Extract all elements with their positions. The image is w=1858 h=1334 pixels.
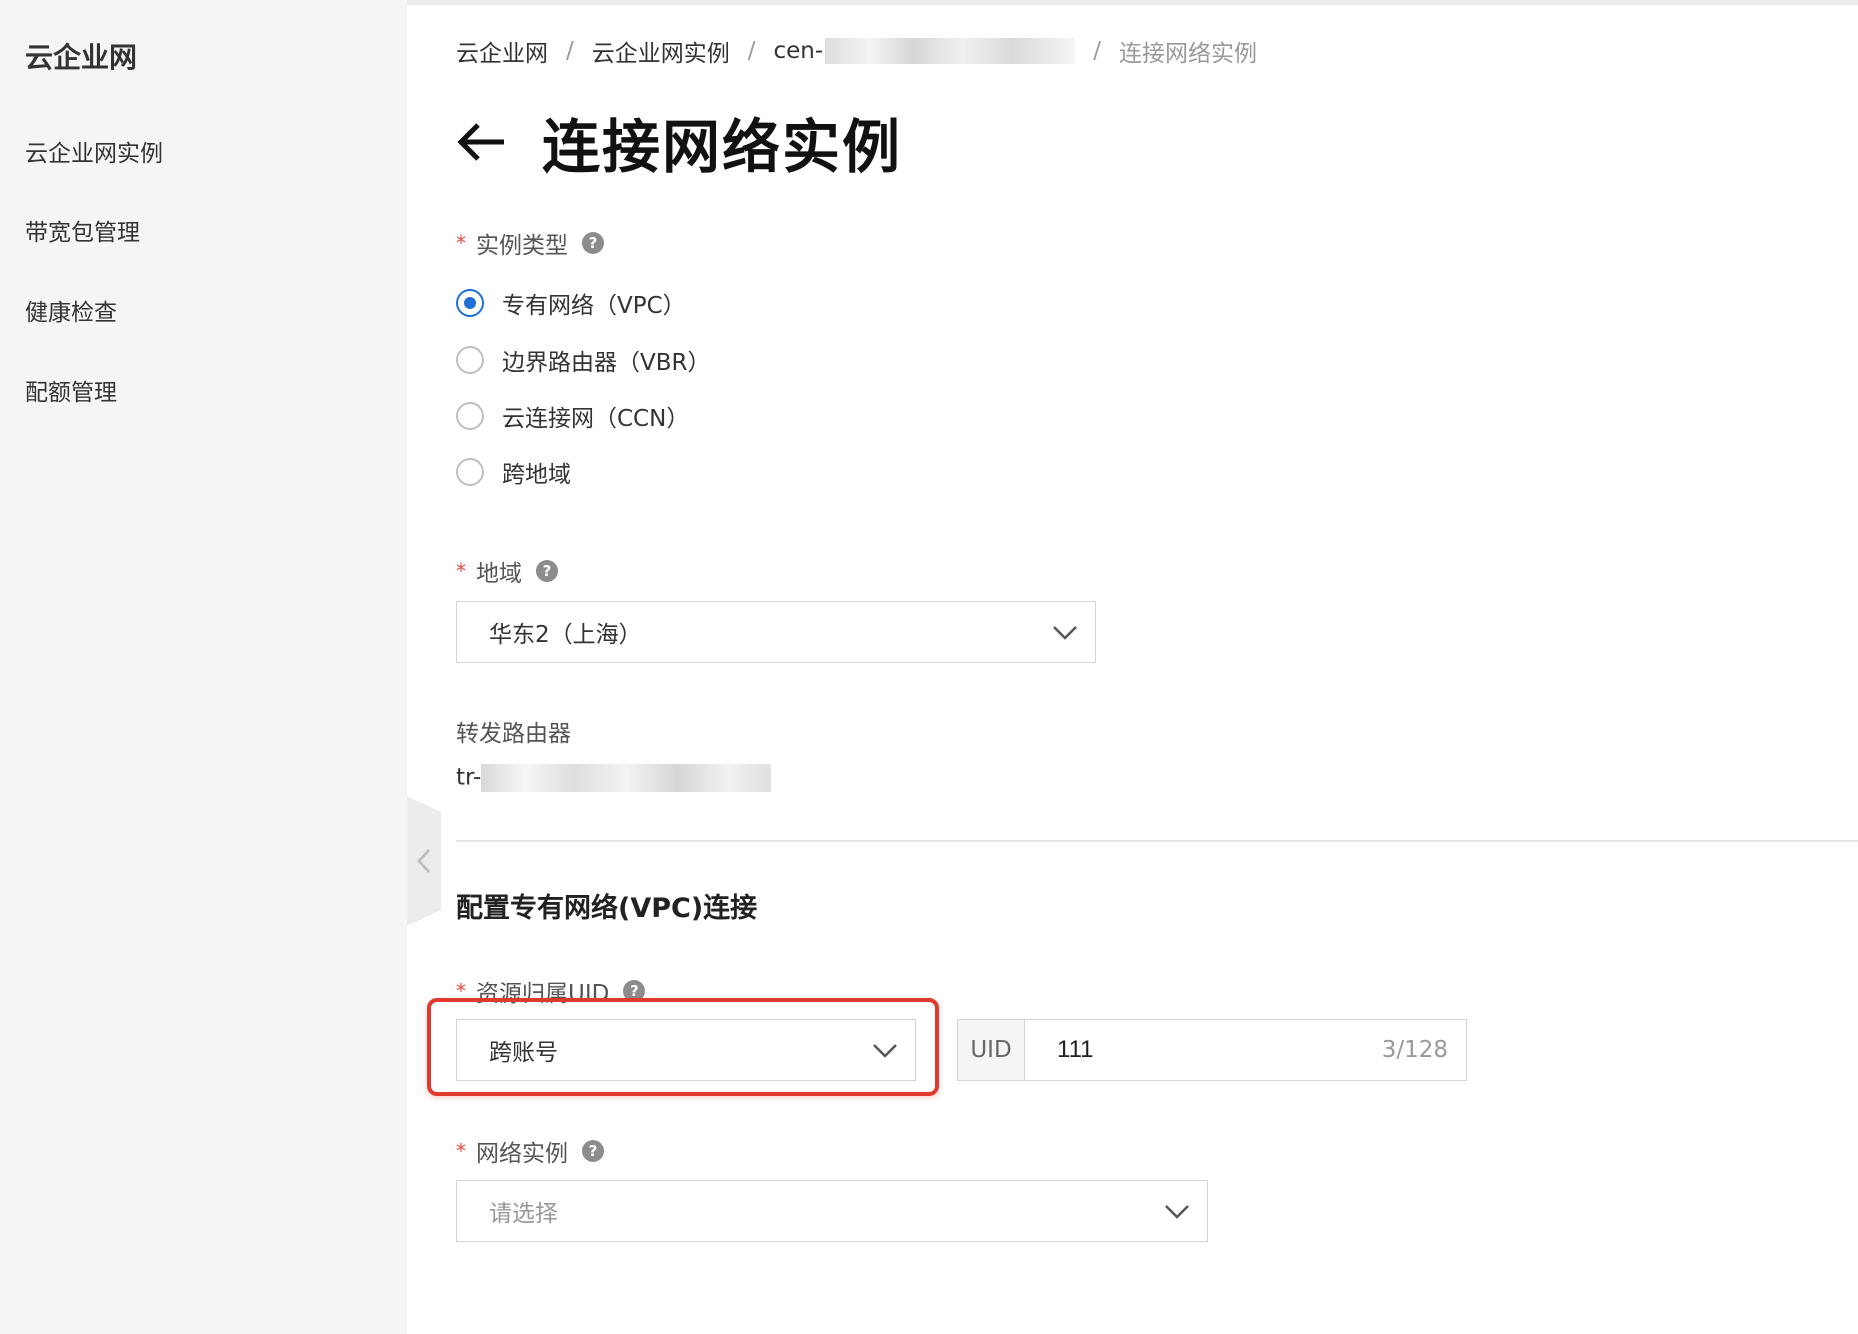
radio-ccn-label: 云连接网（CCN） (502, 406, 690, 432)
section-divider (456, 840, 1858, 842)
account-type-value: 跨账号 (489, 1040, 558, 1066)
radio-vpc-label: 专有网络（VPC） (502, 293, 686, 319)
chevron-down-icon (873, 1044, 897, 1058)
network-instance-label: * 网络实例 ? (456, 1134, 604, 1168)
region-label-text: 地域 (476, 561, 522, 587)
uid-addon: UID (958, 1020, 1026, 1080)
region-select-value: 华东2（上海） (489, 622, 642, 648)
radio-cross-region[interactable]: 跨地域 (456, 455, 571, 489)
transit-router-value: tr- (456, 764, 772, 792)
arrow-left-icon (457, 123, 504, 161)
required-mark: * (456, 559, 466, 583)
radio-unchecked-icon[interactable] (456, 402, 484, 430)
instance-type-label-text: 实例类型 (476, 233, 568, 259)
section-title: 配置专有网络(VPC)连接 (456, 893, 758, 924)
sidebar-item-health-check[interactable]: 健康检查 (25, 293, 117, 327)
help-icon[interactable]: ? (623, 980, 646, 1002)
required-mark: * (456, 231, 466, 255)
network-instance-label-text: 网络实例 (476, 1141, 568, 1167)
radio-vpc[interactable]: 专有网络（VPC） (456, 286, 686, 320)
breadcrumb-cen-id[interactable]: cen- (774, 38, 1076, 65)
instance-type-label: * 实例类型 ? (456, 226, 604, 260)
sidebar-title: 云企业网 (25, 41, 138, 74)
breadcrumb: 云企业网 / 云企业网实例 / cen- / 连接网络实例 (456, 34, 1257, 68)
sidebar-collapse-handle[interactable] (407, 796, 441, 926)
required-mark: * (456, 1139, 466, 1163)
breadcrumb-separator: / (747, 38, 756, 64)
page-header: 连接网络实例 (456, 100, 902, 184)
sidebar-item-quota[interactable]: 配额管理 (25, 373, 117, 407)
sidebar: 云企业网 云企业网实例 带宽包管理 健康检查 配额管理 (0, 0, 407, 1334)
transit-router-prefix: tr- (456, 764, 482, 791)
resource-uid-label-text: 资源归属UID (476, 981, 610, 1007)
back-button[interactable] (456, 117, 506, 167)
help-icon[interactable]: ? (582, 1140, 604, 1162)
help-icon[interactable]: ? (536, 560, 558, 582)
chevron-down-icon (1165, 1205, 1189, 1219)
chevron-down-icon (1053, 626, 1077, 640)
uid-input[interactable] (1025, 1020, 1368, 1080)
account-type-select[interactable]: 跨账号 (456, 1019, 916, 1081)
radio-vbr-label: 边界路由器（VBR） (502, 350, 711, 376)
chevron-left-icon (417, 848, 431, 874)
transit-router-label: 转发路由器 (456, 721, 571, 747)
sidebar-item-cen-instances[interactable]: 云企业网实例 (25, 134, 163, 168)
page-title: 连接网络实例 (542, 113, 903, 181)
radio-ccn[interactable]: 云连接网（CCN） (456, 399, 689, 433)
radio-vbr[interactable]: 边界路由器（VBR） (456, 343, 711, 377)
breadcrumb-cen-id-prefix: cen- (773, 37, 824, 64)
region-select[interactable]: 华东2（上海） (456, 601, 1096, 663)
resource-uid-label: * 资源归属UID ? (456, 974, 646, 1008)
uid-char-count: 3/128 (1381, 1037, 1448, 1063)
uid-input-group: UID 3/128 (957, 1019, 1467, 1081)
required-mark: * (456, 979, 466, 1003)
radio-unchecked-icon[interactable] (456, 458, 484, 486)
radio-unchecked-icon[interactable] (456, 346, 484, 374)
network-instance-select[interactable]: 请选择 (456, 1180, 1208, 1242)
region-label: * 地域 ? (456, 554, 558, 588)
help-icon[interactable]: ? (582, 232, 604, 254)
network-instance-placeholder: 请选择 (489, 1201, 558, 1227)
radio-cross-region-label: 跨地域 (502, 462, 571, 488)
breadcrumb-cen[interactable]: 云企业网 (456, 34, 548, 68)
breadcrumb-separator: / (566, 38, 574, 64)
redacted-id (825, 38, 1076, 65)
breadcrumb-current: 连接网络实例 (1118, 41, 1257, 67)
radio-checked-icon[interactable] (456, 289, 484, 317)
breadcrumb-cen-instances[interactable]: 云企业网实例 (592, 34, 730, 68)
redacted-id (481, 764, 772, 792)
breadcrumb-separator: / (1093, 38, 1101, 64)
sidebar-item-bandwidth-packages[interactable]: 带宽包管理 (25, 213, 140, 247)
